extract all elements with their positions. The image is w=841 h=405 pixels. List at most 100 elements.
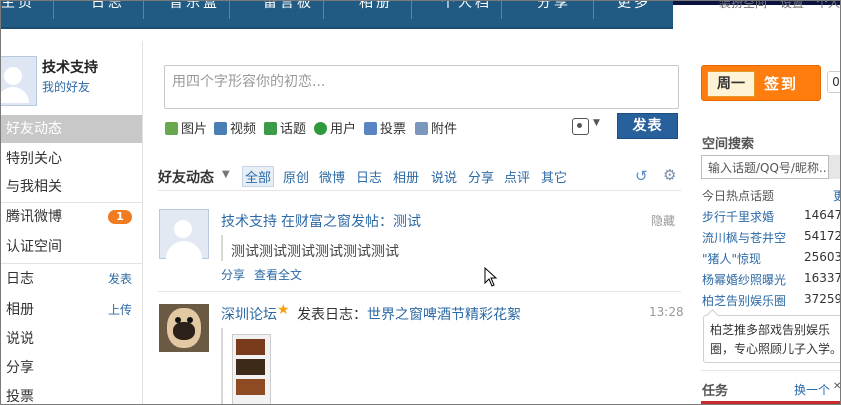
crown-icon: ★ — [277, 302, 290, 318]
tab-all[interactable]: 全部 — [242, 166, 275, 187]
tab-blog[interactable]: 日志 — [356, 167, 382, 186]
personal-link[interactable]: 个人 — [816, 1, 840, 11]
post-image-thumbnail[interactable] — [232, 334, 271, 404]
tab-review[interactable]: 点评 — [504, 167, 530, 186]
sidebar-item-label: 好友动态 — [6, 121, 62, 137]
insert-video-button[interactable]: 视频 — [214, 118, 256, 137]
sidebar-item-verified-space[interactable]: 认证空间 — [1, 233, 142, 261]
sidebar-item-shuoshuo[interactable]: 说说 — [1, 325, 142, 353]
gear-icon[interactable]: ⚙ — [663, 166, 676, 184]
nav-music[interactable]: 音乐盒 — [169, 1, 220, 12]
sidebar-item-special-care[interactable]: 特别关心 — [1, 145, 142, 173]
post-author-link[interactable]: 深圳论坛 — [221, 304, 277, 324]
nav-share[interactable]: 分享 — [537, 1, 571, 12]
thumb-frame — [236, 359, 265, 375]
hot-topics-more-link[interactable]: 更 — [833, 187, 840, 204]
close-icon[interactable]: ✕ — [833, 381, 840, 392]
settings-link[interactable]: 设置 — [780, 1, 804, 11]
nav-divider — [53, 1, 54, 19]
view-full-link[interactable]: 查看全文 — [254, 266, 302, 283]
avatar[interactable] — [1, 56, 37, 106]
tab-shuoshuo[interactable]: 说说 — [431, 167, 457, 186]
avatar-body — [166, 241, 202, 259]
sidebar-item-album[interactable]: 相册 上传 — [1, 296, 142, 324]
top-right-links: 装扮空间 设置 个人 — [673, 1, 840, 27]
hot-topic-title[interactable]: "猪人"惊现 — [702, 250, 761, 267]
tab-album[interactable]: 相册 — [393, 167, 419, 186]
hot-topic-title[interactable]: 柏芝告别娱乐圈 — [702, 292, 786, 309]
post-button[interactable]: 发表 — [617, 113, 678, 139]
post-subject-link[interactable]: 世界之窗啤酒节精彩花絮 — [367, 304, 521, 324]
hot-topic-count: 372596 — [804, 292, 840, 306]
emoji-icon[interactable] — [572, 118, 589, 135]
hot-topic-title[interactable]: 步行千里求婚 — [702, 208, 774, 225]
sidebar-item-label: 说说 — [6, 331, 34, 347]
tab-other[interactable]: 其它 — [541, 167, 567, 186]
tooltip-line: 柏芝推多部戏告别娱乐 — [710, 323, 831, 337]
unread-count-badge: 1 — [108, 210, 132, 224]
post-content-quote — [221, 328, 223, 404]
refresh-icon[interactable]: ↺ — [635, 167, 648, 185]
avatar-head — [174, 220, 192, 238]
my-friends-link[interactable]: 我的好友 — [42, 78, 90, 95]
vote-icon — [364, 122, 377, 135]
space-search-input[interactable]: 输入话题/QQ号/昵称... — [701, 155, 830, 179]
sidebar-divider — [1, 263, 142, 264]
tab-original[interactable]: 原创 — [283, 167, 309, 186]
avatar[interactable] — [159, 209, 209, 259]
sidebar-item-tencent-weibo[interactable]: 腾讯微博 1 — [1, 203, 142, 231]
share-link[interactable]: 分享 — [221, 266, 245, 283]
decorate-space-link[interactable]: 装扮空间 — [719, 1, 767, 11]
post-action-text: 发表日志： — [297, 307, 367, 323]
paperclip-icon — [415, 122, 428, 135]
nav-more[interactable]: 更多 — [617, 1, 651, 12]
sidebar-item-vote[interactable]: 投票 — [1, 383, 142, 405]
sidebar-item-label: 投票 — [6, 389, 34, 405]
insert-vote-button[interactable]: 投票 — [364, 118, 407, 137]
feed-divider — [158, 190, 681, 191]
nav-home[interactable]: 主页 — [1, 1, 35, 12]
topic-icon — [264, 122, 277, 135]
sidebar-item-share[interactable]: 分享 — [1, 354, 142, 382]
upload-photo-link[interactable]: 上传 — [108, 296, 132, 324]
tool-label: 图片 — [181, 122, 208, 137]
hot-topic-title[interactable]: 杨幂婚纱照曝光 — [702, 271, 786, 288]
chevron-down-icon[interactable]: ▼ — [593, 118, 600, 128]
mouse-cursor-icon — [484, 267, 498, 287]
sidebar-item-related-to-me[interactable]: 与我相关 — [1, 173, 142, 201]
change-task-link[interactable]: 换一个 — [794, 381, 830, 398]
mention-user-button[interactable]: 用户 — [314, 118, 356, 137]
tab-share[interactable]: 分享 — [468, 167, 494, 186]
tooltip-line: 圈，专心照顾儿子入学。 — [710, 342, 841, 356]
nav-blog[interactable]: 日志 — [91, 1, 125, 12]
post-subject-link[interactable]: 测试 — [393, 211, 421, 231]
insert-attachment-button[interactable]: 附件 — [415, 118, 458, 137]
avatar[interactable] — [159, 304, 209, 352]
post-author-link[interactable]: 技术支持 — [221, 211, 277, 231]
sidebar-item-blog[interactable]: 日志 发表 — [1, 265, 142, 293]
check-in-button[interactable]: 周一 签到 — [701, 65, 821, 101]
thumb-frame — [236, 339, 265, 355]
nav-profile[interactable]: 个人档 — [441, 1, 492, 12]
image-icon — [165, 122, 178, 135]
at-icon — [314, 122, 327, 135]
hot-topics-title: 今日热点话题 — [702, 189, 775, 203]
user-name[interactable]: 技术支持 — [42, 57, 98, 77]
feed-title[interactable]: 好友动态 — [158, 167, 214, 187]
insert-image-button[interactable]: 图片 — [165, 118, 208, 137]
hot-topic-title[interactable]: 流川枫与苍井空 — [702, 229, 786, 246]
tab-weibo[interactable]: 微博 — [319, 167, 345, 186]
insert-topic-button[interactable]: 话题 — [264, 118, 306, 137]
hide-post-link[interactable]: 隐藏 — [651, 212, 675, 229]
tool-label: 附件 — [431, 122, 458, 137]
sidebar-item-label: 认证空间 — [6, 239, 62, 255]
nav-guestbook[interactable]: 留言板 — [263, 1, 314, 12]
chevron-down-icon[interactable]: ▼ — [222, 169, 230, 180]
status-composer-input[interactable]: 用四个字形容你的初恋... — [164, 65, 679, 109]
publish-blog-link[interactable]: 发表 — [108, 265, 132, 293]
hot-topic-count: 163370 — [804, 271, 840, 285]
tool-label: 投票 — [380, 122, 407, 137]
nav-album[interactable]: 相册 — [359, 1, 393, 12]
sidebar-item-friend-feed[interactable]: 好友动态 — [1, 115, 142, 143]
search-button[interactable] — [828, 155, 840, 179]
